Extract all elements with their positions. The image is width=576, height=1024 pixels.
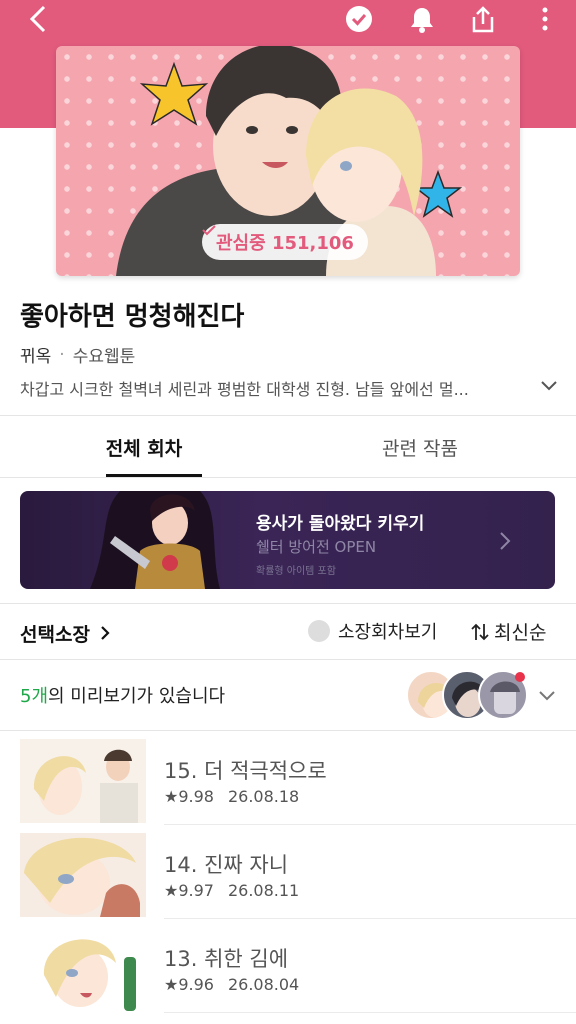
banner-arrow	[496, 531, 514, 551]
new-indicator-dot	[515, 672, 525, 682]
preview-count: 5개	[20, 686, 49, 707]
episode-thumbnail	[20, 739, 146, 823]
chevron-down-icon	[539, 691, 555, 701]
episode-rating: ★9.97	[164, 881, 214, 900]
notification-button[interactable]	[407, 2, 437, 36]
rating-value: 9.96	[178, 975, 214, 994]
rating-value: 9.97	[178, 881, 214, 900]
publish-day[interactable]: 수요웹툰	[73, 342, 136, 367]
episode-row[interactable]: 13. 취한 김에 ★9.96 26.08.04	[0, 919, 576, 1013]
bulk-buy-button[interactable]: 선택소장	[20, 620, 111, 647]
banner-subtitle: 쉘터 방어전 OPEN	[256, 538, 377, 556]
preview-banner[interactable]: 5개의 미리보기가 있습니다	[0, 660, 576, 730]
preview-expand-button[interactable]	[536, 684, 558, 706]
meta-separator: ·	[59, 344, 65, 365]
episode-meta: ★9.98 26.08.18	[164, 787, 299, 806]
banner-disclaimer: 확률형 아이템 포함	[256, 566, 336, 577]
follower-count-label: 관심중 151,106	[216, 233, 354, 254]
episode-title: 15. 더 적극적으로	[164, 759, 327, 783]
more-vertical-icon	[542, 7, 548, 31]
episode-rating: ★9.98	[164, 787, 214, 806]
author-link[interactable]: 뀌옥	[20, 342, 51, 367]
episode-row[interactable]: 14. 진짜 자니 ★9.97 26.08.11	[0, 825, 576, 919]
episode-thumbnail	[20, 927, 146, 1011]
episode-tabs: 전체 회차 관련 작품	[0, 416, 576, 478]
check-icon	[202, 225, 216, 236]
webtoon-description[interactable]: 차갑고 시크한 철벽녀 세린과 평범한 대학생 진형. 남들 앞에선 멀...	[20, 376, 530, 400]
episode-row[interactable]: 15. 더 적극적으로 ★9.98 26.08.18	[0, 731, 576, 825]
tab-all-episodes[interactable]: 전체 회차	[0, 416, 288, 478]
sort-order-label: 최신순	[494, 622, 547, 644]
divider	[0, 477, 576, 478]
sort-arrows-icon	[471, 623, 489, 640]
episode-date: 26.08.04	[227, 975, 300, 994]
preview-label: 의 미리보기가 있습니다	[48, 686, 226, 707]
row-divider	[164, 1012, 576, 1013]
webtoon-meta: 뀌옥 · 수요웹툰	[20, 342, 136, 368]
description-expand-button[interactable]	[538, 374, 560, 396]
back-button[interactable]	[20, 2, 56, 36]
more-menu-button[interactable]	[535, 2, 555, 36]
chevron-right-icon	[100, 626, 110, 640]
episode-list: 15. 더 적극적으로 ★9.98 26.08.18 14. 진짜 자니 ★9.…	[0, 731, 576, 1013]
owned-filter-label: 소장회차보기	[338, 622, 438, 643]
follower-count-badge[interactable]: 관심중 151,106	[202, 224, 368, 260]
chevron-left-icon	[29, 5, 46, 33]
owned-filter-radio[interactable]	[308, 620, 330, 642]
episode-rating: ★9.96	[164, 975, 214, 994]
rating-value: 9.98	[178, 787, 214, 806]
episode-title: 13. 취한 김에	[164, 947, 289, 971]
share-button[interactable]	[468, 2, 498, 36]
chevron-right-icon	[500, 532, 511, 550]
banner-title: 용사가 돌아왔다 키우기	[256, 514, 425, 534]
episode-date: 26.08.18	[227, 787, 300, 806]
episode-toolbar: 선택소장 소장회차보기 최신순	[0, 604, 576, 660]
bulk-buy-label: 선택소장	[20, 624, 90, 646]
banner-character-art	[90, 491, 220, 589]
episode-thumbnail	[20, 833, 146, 917]
follow-check-button[interactable]	[344, 2, 374, 36]
share-icon	[472, 6, 494, 33]
bell-icon	[411, 8, 433, 33]
owned-filter-toggle[interactable]: 소장회차보기	[308, 618, 437, 644]
sort-order-button[interactable]: 최신순	[470, 618, 546, 645]
preview-thumbnails	[406, 670, 528, 722]
promo-banner[interactable]: 용사가 돌아왔다 키우기 쉘터 방어전 OPEN 확률형 아이템 포함	[20, 491, 555, 589]
webtoon-title: 좋아하면 멍청해진다	[20, 302, 245, 332]
episode-date: 26.08.11	[227, 881, 300, 900]
episode-title: 14. 진짜 자니	[164, 853, 289, 877]
chevron-down-icon	[541, 381, 557, 391]
tab-related-works[interactable]: 관련 작품	[276, 416, 564, 478]
cover-image: 관심중 151,106	[56, 46, 520, 276]
episode-meta: ★9.96 26.08.04	[164, 975, 299, 994]
episode-meta: ★9.97 26.08.11	[164, 881, 299, 900]
preview-text: 5개의 미리보기가 있습니다	[20, 682, 225, 708]
check-circle-icon	[346, 6, 372, 32]
